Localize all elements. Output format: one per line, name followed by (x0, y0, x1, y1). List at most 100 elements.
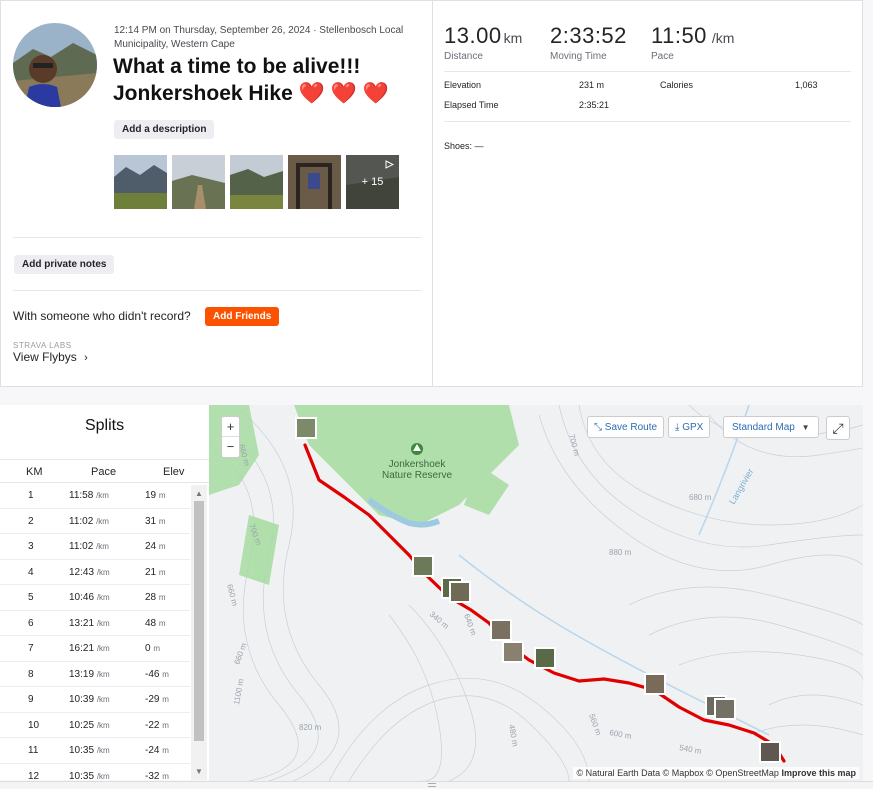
split-pace: 10:35 /km (69, 770, 110, 781)
route-map[interactable]: Jonkershoek Nature Reserve Langrivier 66… (209, 405, 863, 781)
divider (444, 121, 851, 122)
split-row: 7 16:21 /km 0 m (0, 636, 190, 662)
add-description-button[interactable]: Add a description (114, 120, 215, 139)
gpx-button[interactable]: ⤓ GPX (668, 416, 711, 438)
save-route-label: Save Route (604, 422, 658, 433)
stat-distance-value: 13.00 (444, 23, 502, 48)
split-row: 2 11:02 /km 31 m (0, 509, 190, 534)
scroll-up-icon[interactable]: ▲ (195, 489, 203, 498)
split-pace: 11:02 /km (69, 541, 109, 552)
split-elev: 48 m (145, 617, 166, 629)
photo-thumbnail[interactable] (172, 155, 225, 209)
contour-label: 820 m (299, 723, 322, 732)
shoes-info: Shoes: — (444, 141, 484, 151)
improve-map-link[interactable]: Improve this map (781, 768, 856, 778)
view-flybys-link[interactable]: View Flybys › (13, 350, 88, 364)
add-private-notes-button[interactable]: Add private notes (14, 255, 115, 274)
split-elev: -24 m (145, 745, 169, 756)
play-icon (385, 160, 394, 169)
split-km: 2 (28, 515, 34, 527)
split-km: 10 (28, 719, 40, 731)
fullscreen-icon[interactable]: ⤢ (826, 416, 850, 440)
split-km: 1 (28, 490, 34, 501)
calories-value: 1,063 (795, 80, 818, 90)
split-pace: 12:43 /km (69, 566, 110, 578)
splits-scrollbar[interactable]: ▲ ▼ (191, 485, 207, 780)
header-km: KM (26, 466, 43, 478)
split-pace: 13:21 /km (69, 617, 110, 629)
reserve-label-2: Nature Reserve (382, 470, 452, 481)
chevron-down-icon: ▼ (801, 423, 810, 432)
contour-label: 880 m (609, 548, 632, 557)
split-km: 12 (28, 770, 40, 781)
split-row: 8 13:19 /km -46 m (0, 662, 190, 687)
divider (13, 290, 421, 291)
split-elev: -46 m (145, 668, 169, 680)
split-row: 11 10:35 /km -24 m (0, 738, 190, 764)
split-pace: 10:25 /km (69, 719, 110, 731)
map-attribution: © Natural Earth Data © Mapbox © OpenStre… (573, 767, 859, 779)
split-pace: 10:39 /km (69, 694, 110, 705)
split-elev: -22 m (145, 719, 169, 731)
split-elev: 24 m (145, 541, 166, 552)
resize-handle[interactable] (0, 781, 873, 789)
heart-emojis: ❤️ ❤️ ❤️ (298, 82, 389, 105)
chevron-right-icon: › (84, 352, 88, 364)
activity-stats: 13.00 km Distance 2:33:52 Moving Time 11:… (444, 1, 854, 386)
elevation-value: 231 m (579, 80, 605, 90)
photo-thumbnail[interactable]: + 15 (346, 155, 399, 209)
photo-thumbnail[interactable] (114, 155, 167, 209)
zoom-controls: + − (221, 416, 240, 458)
split-km: 6 (28, 617, 34, 629)
header-pace: Pace (91, 466, 117, 478)
photo-strip: + 15 (114, 155, 399, 209)
stat-moving-time-value: 2:33:52 (550, 23, 627, 48)
gpx-label: GPX (682, 422, 704, 433)
splits-title: Splits (84, 417, 125, 434)
zoom-in-button[interactable]: + (222, 417, 239, 437)
split-row: 3 11:02 /km 24 m (0, 534, 190, 560)
split-km: 5 (28, 592, 34, 603)
activity-meta: 12:14 PM on Thursday, September 26, 2024… (114, 25, 404, 50)
grip-icon (428, 783, 436, 787)
split-km: 3 (28, 541, 34, 552)
add-friends-button[interactable]: Add Friends (205, 307, 280, 326)
zoom-out-button[interactable]: − (222, 437, 239, 457)
scroll-down-icon[interactable]: ▼ (195, 767, 203, 776)
stat-distance: 13.00 km Distance (444, 23, 522, 62)
split-pace: 16:21 /km (69, 643, 110, 654)
split-row: 9 10:39 /km -29 m (0, 687, 190, 713)
split-elev: 21 m (145, 566, 166, 578)
split-km: 8 (28, 668, 34, 680)
split-elev: 19 m (145, 490, 166, 501)
scroll-thumb[interactable] (194, 501, 204, 741)
reserve-marker-icon (411, 443, 423, 455)
map-style-dropdown[interactable]: Standard Map ▼ (723, 416, 819, 438)
stat-moving-time: 2:33:52 Moving Time (550, 23, 627, 62)
calories-label: Calories (660, 80, 694, 90)
view-flybys-label: View Flybys (13, 350, 77, 364)
photo-thumbnail[interactable] (288, 155, 341, 209)
stat-pace: 11:50/km Pace (651, 23, 734, 62)
avatar[interactable] (13, 23, 97, 107)
split-pace: 11:58 /km (69, 490, 109, 501)
split-row: 1 11:58 /km 19 m (0, 483, 190, 509)
split-km: 9 (28, 694, 34, 705)
map-style-label: Standard Map (732, 422, 795, 433)
elevation-label: Elevation (444, 80, 482, 90)
map-canvas[interactable]: Jonkershoek Nature Reserve Langrivier 66… (209, 405, 863, 781)
split-row: 4 12:43 /km 21 m (0, 560, 190, 585)
split-row: 10 10:25 /km -22 m (0, 713, 190, 738)
split-pace: 10:46 /km (69, 592, 110, 603)
split-elev: 31 m (145, 515, 166, 527)
elapsed-time-value: 2:35:21 (579, 100, 610, 110)
split-km: 4 (28, 566, 34, 578)
attribution-text: © Natural Earth Data © Mapbox © OpenStre… (576, 768, 779, 778)
elapsed-time-label: Elapsed Time (444, 100, 499, 110)
contour-label: 680 m (689, 493, 712, 502)
stat-pace-label: Pace (651, 51, 674, 62)
split-km: 7 (28, 643, 34, 654)
stat-pace-value: 11:50 (651, 23, 707, 48)
save-route-button[interactable]: ⤡ Save Route (587, 416, 665, 438)
photo-thumbnail[interactable] (230, 155, 283, 209)
